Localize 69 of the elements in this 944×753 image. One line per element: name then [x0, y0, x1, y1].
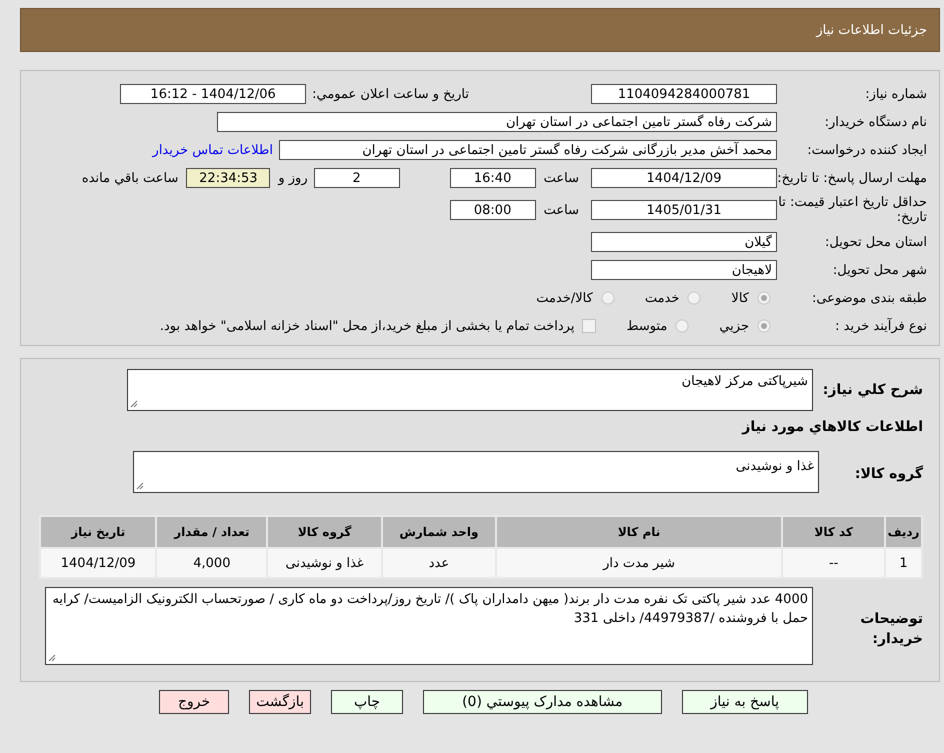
field-label: ایجاد کننده درخواست:: [806, 142, 927, 158]
field-label: حداقل تاریخ اعتبار قیمت: تا تاریخ:: [777, 195, 927, 225]
field-label: نام دستگاه خریدار:: [824, 114, 927, 130]
province-field[interactable]: گیلان: [591, 232, 777, 252]
resize-grip-icon[interactable]: [48, 654, 56, 662]
field-label: ساعت: [544, 202, 579, 218]
action-button[interactable]: خروج: [158, 690, 230, 714]
table-cell: --: [782, 548, 886, 578]
checkbox[interactable]: [582, 319, 596, 333]
page-title: جزئیات اطلاعات نیاز: [816, 22, 927, 38]
option-label: کالا: [731, 290, 749, 306]
validity-date-field[interactable]: 1405/01/31: [591, 200, 777, 220]
action-button[interactable]: مشاهده مدارک پیوستي (0): [423, 690, 662, 714]
table-cell: 1: [885, 548, 922, 578]
table-cell: عدد: [382, 548, 496, 578]
field-label: استان محل تحویل:: [824, 234, 927, 250]
action-button[interactable]: پاسخ به نیاز: [682, 690, 808, 714]
field-label: مهلت ارسال پاسخ: تا تاریخ:: [777, 170, 927, 186]
column-header: نام کالا: [496, 516, 782, 548]
deadline-date-field[interactable]: 1404/12/09: [591, 168, 777, 188]
buyer-org-field[interactable]: شرکت رفاه گستر تامین اجتماعی در استان تهران: [217, 112, 777, 132]
column-header: ردیف: [885, 516, 922, 548]
field-label: نوع فرآیند خرید :: [834, 318, 927, 334]
radio-button[interactable]: [687, 291, 702, 305]
field-label: ساعت: [544, 170, 579, 186]
field-label: تاريخ و ساعت اعلان عمومي:: [312, 86, 469, 102]
option-label: خدمت: [644, 290, 680, 306]
option-label: پرداخت تمام یا بخشی از مبلغ خرید،از محل "اسناد خزانه اسلامی" خواهد بود.: [160, 318, 574, 334]
option-label: متوسط: [626, 318, 668, 334]
remaining-time-field[interactable]: 22:34:53: [186, 168, 270, 188]
contact-link[interactable]: اطلاعات تماس خریدار: [152, 142, 273, 158]
column-header: کد کالا: [782, 516, 886, 548]
field-label: شهر محل تحویل:: [832, 262, 927, 278]
city-field[interactable]: لاهیجان: [591, 260, 777, 280]
field-label: توضیحات خریدار:: [859, 610, 923, 649]
column-header: گروه کالا: [267, 516, 382, 548]
announce-date-field[interactable]: 1404/12/06 - 16:12: [120, 84, 306, 104]
field-label: ساعت باقي مانده: [82, 170, 178, 186]
radio-button[interactable]: [600, 291, 615, 305]
resize-grip-icon[interactable]: [130, 400, 138, 408]
field-label: روز و: [278, 170, 308, 186]
deadline-time-field[interactable]: 16:40: [450, 168, 536, 188]
requester-field[interactable]: محمد آخش مدیر بازرگانی شرکت رفاه گستر تامین اجتماعی در استان تهران: [279, 140, 777, 160]
field-label: گروه کالا:: [854, 464, 923, 482]
field-label: شماره نیاز:: [864, 86, 927, 102]
radio-button[interactable]: [675, 319, 690, 333]
option-label: کالا/خدمت: [536, 290, 593, 306]
need-number-field[interactable]: 1104094284000781: [591, 84, 777, 104]
table-cell: 4,000: [156, 548, 268, 578]
option-label: جزيي: [719, 318, 749, 334]
field-label: شرح کلي نياز:: [822, 382, 923, 398]
days-field[interactable]: 2: [314, 168, 400, 188]
table-cell: شیر مدت دار: [496, 548, 782, 578]
resize-grip-icon[interactable]: [136, 482, 144, 490]
radio-button[interactable]: [757, 291, 771, 305]
table-cell: غذا و نوشیدنی: [267, 548, 382, 578]
table-cell: 1404/12/09: [40, 548, 156, 578]
description-field[interactable]: شیرپاکتی مرکز لاهیجان: [127, 369, 813, 411]
radio-button[interactable]: [757, 319, 771, 333]
action-button[interactable]: چاپ: [330, 690, 404, 714]
column-header: تعداد / مقدار: [156, 516, 268, 548]
goods-group-field[interactable]: غذا و نوشیدنی: [133, 451, 819, 493]
section-title: اطلاعات کالاهاي مورد نياز: [740, 419, 923, 435]
validity-time-field[interactable]: 08:00: [450, 200, 536, 220]
column-header: واحد شمارش: [382, 516, 496, 548]
action-button[interactable]: بازگشت: [249, 690, 311, 714]
field-label: طبقه بندی موضوعی:: [810, 290, 927, 306]
column-header: تاریخ نیاز: [40, 516, 156, 548]
buyer-notes-field[interactable]: 4000 عدد شیر پاکتی تک نفره مدت دار برند( میهن دامداران پاک )/ تاریخ روز/پرداخت دو ماه کاری / صورتحساب الکترونیک الزامیست/ کرایه حمل با فروشنده /44979387/ داخلی 331: [45, 587, 813, 665]
